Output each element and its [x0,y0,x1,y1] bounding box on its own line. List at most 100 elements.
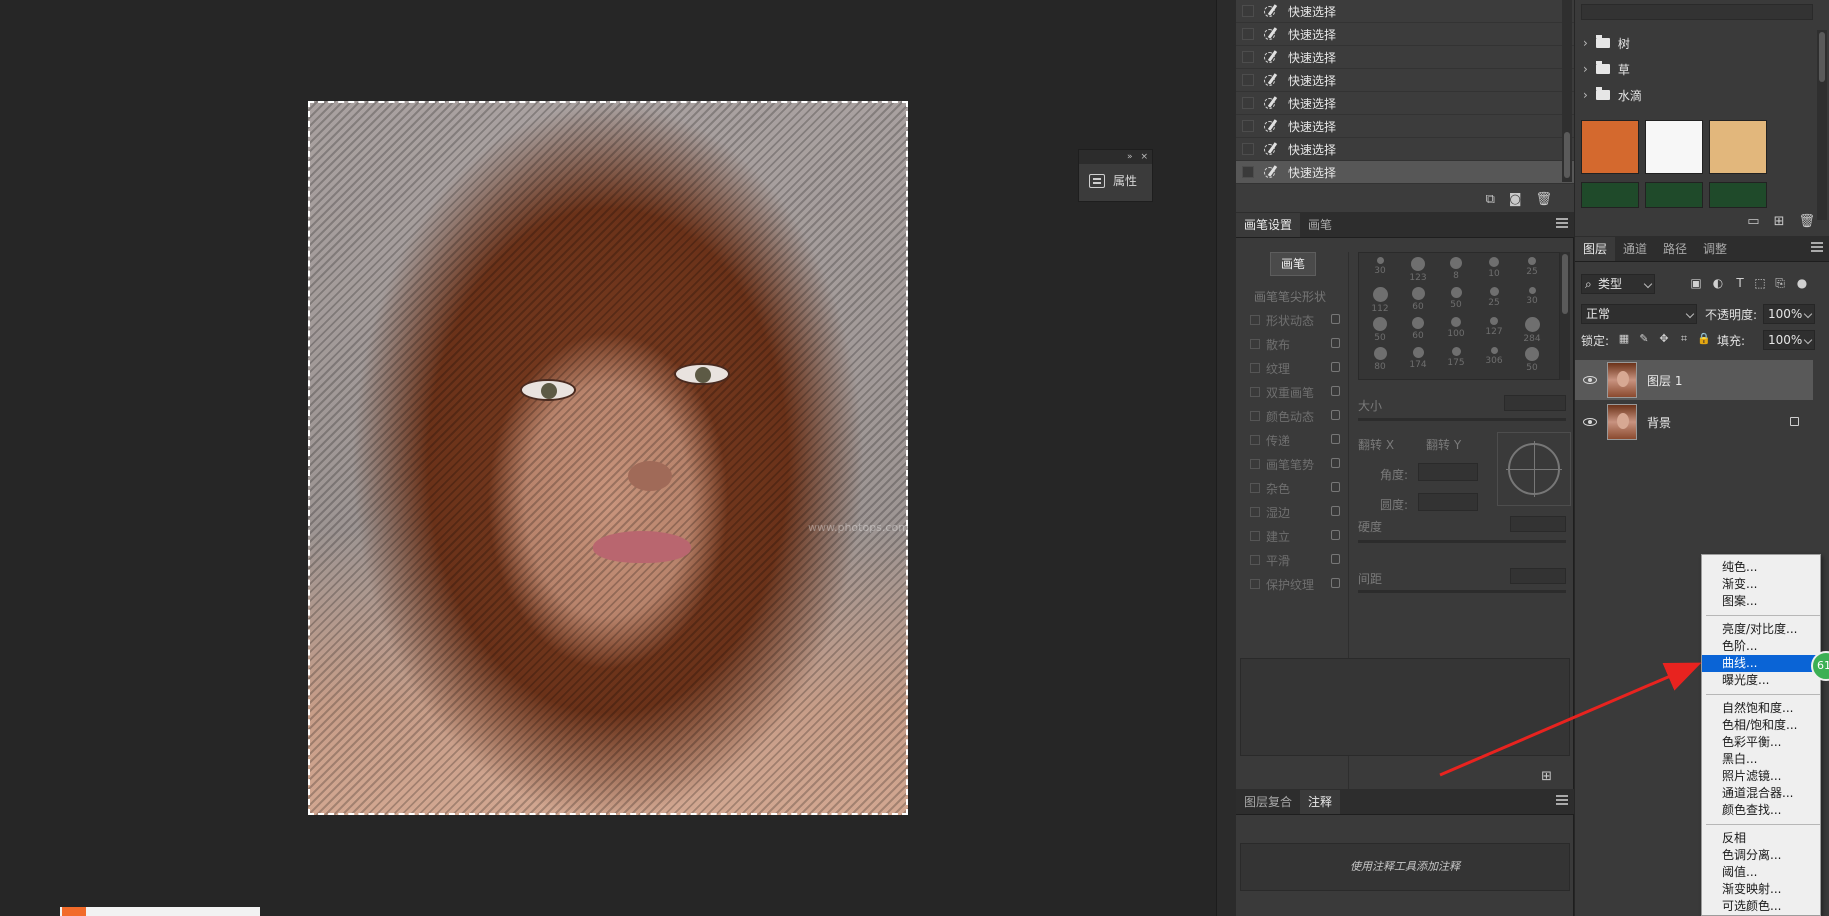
brush-tip[interactable]: 25 [1517,257,1547,277]
menu-item[interactable]: 渐变映射... [1702,881,1820,898]
brush-tip[interactable]: 284 [1517,317,1547,344]
layer-filter-select[interactable]: ⌕ 类型 [1581,274,1655,294]
add-asset-icon[interactable]: ⊞ [1774,214,1785,229]
menu-item[interactable]: 曲线... [1702,655,1820,672]
brush-option-item[interactable]: 纹理 [1242,356,1346,380]
brush-angle-preview[interactable] [1497,432,1571,506]
layer-name[interactable]: 图层 1 [1647,372,1682,389]
brush-option-checkbox[interactable] [1250,483,1260,493]
history-snapshot-checkbox[interactable] [1242,166,1254,178]
new-document-from-state-icon[interactable]: ⧉ [1486,192,1495,207]
size-slider[interactable] [1358,418,1566,421]
brush-tip[interactable]: 123 [1403,257,1433,283]
brush-option-checkbox[interactable] [1250,507,1260,517]
menu-item[interactable]: 黑白... [1702,751,1820,768]
history-item[interactable]: 快速选择 [1236,69,1574,92]
brush-tip[interactable]: 174 [1403,347,1433,370]
chevron-right-icon[interactable]: › [1583,36,1588,50]
lock-icon[interactable] [1331,530,1340,540]
layer-thumbnail[interactable] [1607,362,1637,398]
brush-option-item[interactable]: 形状动态 [1242,308,1346,332]
tab-adjustments[interactable]: 调整 [1695,237,1735,261]
brush-option-item[interactable]: 散布 [1242,332,1346,356]
brush-option-checkbox[interactable] [1250,411,1260,421]
hardness-slider[interactable] [1358,540,1566,543]
panel-menu-icon[interactable] [1556,218,1568,228]
tab-notes[interactable]: 注释 [1300,790,1341,814]
brush-option-checkbox[interactable] [1250,435,1260,445]
lock-icon[interactable] [1331,314,1340,324]
create-new-brush-icon[interactable]: ⊞ [1541,769,1552,784]
brush-option-item[interactable]: 建立 [1242,524,1346,548]
lock-icon[interactable] [1331,482,1340,492]
type-filter-icon[interactable]: T [1733,276,1747,290]
brush-option-item[interactable]: 颜色动态 [1242,404,1346,428]
brush-tip[interactable]: 30 [1517,287,1547,306]
menu-item[interactable]: 阈值... [1702,864,1820,881]
library-folder[interactable]: › 草 [1583,56,1630,82]
lock-image-brush-icon[interactable]: ✎ [1637,332,1651,346]
menu-item[interactable]: 自然饱和度... [1702,700,1820,717]
layer-row[interactable]: 图层 1 [1575,360,1813,400]
lock-transparent-icon[interactable]: ▦ [1617,332,1631,346]
library-folder[interactable]: › 树 [1583,30,1630,56]
roundness-field[interactable] [1418,493,1478,511]
spacing-slider[interactable] [1358,590,1566,593]
menu-item[interactable]: 色调分离... [1702,847,1820,864]
lock-icon[interactable] [1331,554,1340,564]
angle-field[interactable] [1418,463,1478,481]
brush-tip[interactable]: 80 [1365,347,1395,372]
brush-option-checkbox[interactable] [1250,339,1260,349]
menu-item[interactable]: 色阶... [1702,638,1820,655]
menu-item[interactable]: 渐变... [1702,576,1820,593]
lock-icon[interactable] [1331,506,1340,516]
properties-label[interactable]: 属性 [1113,172,1137,189]
properties-icon[interactable] [1089,173,1105,188]
brush-option-item[interactable]: 湿边 [1242,500,1346,524]
brush-tip[interactable]: 50 [1441,287,1471,310]
lock-icon[interactable] [1331,458,1340,468]
brush-tip[interactable]: 112 [1365,287,1395,314]
layer-name[interactable]: 背景 [1647,414,1671,431]
brush-tip[interactable]: 100 [1441,317,1471,339]
history-snapshot-checkbox[interactable] [1242,5,1254,17]
lock-artboard-icon[interactable]: ⌗ [1677,332,1691,346]
brush-tip[interactable]: 50 [1517,347,1547,373]
menu-item[interactable]: 色彩平衡... [1702,734,1820,751]
brush-tip[interactable]: 60 [1403,287,1433,312]
library-texture-swatch[interactable] [1581,120,1639,174]
library-search-input[interactable] [1581,4,1813,20]
library-scrollbar[interactable] [1817,30,1827,220]
brush-tip[interactable]: 8 [1441,257,1471,281]
shape-filter-icon[interactable]: ⬚ [1753,276,1767,290]
brush-option-checkbox[interactable] [1250,459,1260,469]
opacity-field[interactable]: 100% [1763,304,1815,324]
brush-tip[interactable]: 30 [1365,257,1395,276]
tips-scrollbar[interactable] [1560,252,1570,380]
lock-icon[interactable] [1331,386,1340,396]
panel-menu-icon[interactable] [1811,242,1823,252]
brush-option-checkbox[interactable] [1250,531,1260,541]
lock-position-move-icon[interactable]: ✥ [1657,332,1671,346]
trash-icon[interactable]: 🗑 [1535,192,1552,207]
size-field[interactable] [1504,395,1566,411]
visibility-eye-icon[interactable] [1583,376,1597,384]
brush-option-checkbox[interactable] [1250,315,1260,325]
history-item[interactable]: 快速选择 [1236,23,1574,46]
lock-all-icon[interactable]: 🔒 [1697,332,1711,346]
brush-tip[interactable]: 10 [1479,257,1509,279]
lock-icon[interactable] [1331,362,1340,372]
lock-icon[interactable] [1331,338,1340,348]
history-scroll-thumb[interactable] [1564,132,1570,178]
brush-option-item[interactable]: 平滑 [1242,548,1346,572]
flip-x-checkbox[interactable]: 翻转 X [1358,436,1394,453]
history-snapshot-checkbox[interactable] [1242,74,1254,86]
visibility-eye-icon[interactable] [1583,418,1597,426]
lock-icon[interactable] [1331,410,1340,420]
library-texture-swatch[interactable] [1581,182,1639,208]
adjustment-filter-icon[interactable]: ◐ [1711,276,1725,290]
panel-menu-icon[interactable] [1556,795,1568,805]
brush-option-checkbox[interactable] [1250,387,1260,397]
history-item[interactable]: 快速选择 [1236,46,1574,69]
hardness-field[interactable] [1510,516,1566,532]
